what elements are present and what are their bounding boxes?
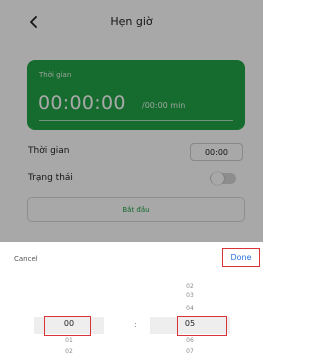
timer-screen: Hẹn giờ Thời gian 00:00:00 /00:00 min Th… [0, 0, 263, 242]
hour-option[interactable]: 02 [34, 349, 104, 355]
minute-option[interactable]: 03 [150, 293, 230, 299]
hour-option[interactable]: 01 [34, 338, 104, 344]
time-separator: : [134, 320, 137, 329]
minute-option[interactable]: 04 [150, 306, 230, 312]
cancel-button[interactable]: Cancel [14, 255, 38, 263]
minute-option[interactable]: 07 [150, 349, 230, 355]
minute-option[interactable]: 06 [150, 338, 230, 344]
minute-option[interactable]: 02 [150, 284, 230, 290]
done-button[interactable]: Done [222, 248, 260, 267]
minute-highlight-box [177, 316, 227, 336]
dim-overlay[interactable] [0, 0, 263, 242]
time-picker-sheet: Cancel Done 00 01 02 : 02 03 04 05 06 07 [0, 242, 263, 360]
hour-highlight-box [44, 316, 91, 336]
